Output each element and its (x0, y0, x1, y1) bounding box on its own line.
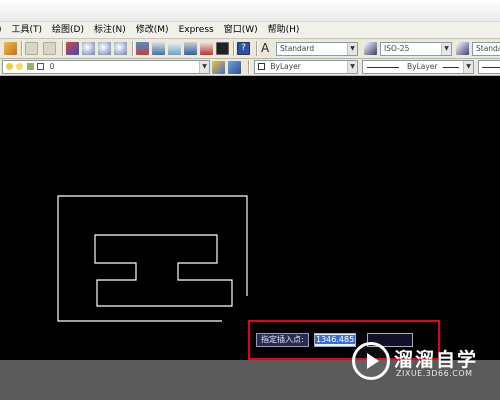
chevron-down-icon: ▼ (199, 61, 209, 73)
sun-icon (16, 63, 24, 70)
color-value: ByLayer (270, 62, 301, 71)
help-icon[interactable]: ? (237, 42, 250, 55)
menu-item-draw[interactable]: 绘图(D) (48, 22, 90, 38)
dimension-style-select[interactable]: ISO-25 ▼ (380, 42, 452, 56)
lock-icon (26, 63, 34, 70)
color-swatch (258, 63, 265, 70)
design-center-icon[interactable] (152, 42, 165, 55)
drawing-area[interactable] (0, 76, 500, 360)
menu-item-help[interactable]: 帮助(H) (264, 22, 306, 38)
undo-icon[interactable] (25, 42, 38, 55)
layer-color-swatch (37, 63, 45, 70)
outer-frame-polyline (57, 195, 248, 322)
menu-bar: ) 工具(T) 绘图(D) 标注(N) 修改(M) Express 窗口(W) … (0, 22, 500, 39)
lightbulb-icon (6, 63, 13, 70)
text-style-select[interactable]: Standard ▼ (276, 42, 358, 56)
zoom-previous-icon[interactable] (114, 42, 127, 55)
toolbar-separator (132, 41, 133, 56)
menu-item-window[interactable]: 窗口(W) (220, 22, 264, 38)
menu-item-modify[interactable]: 修改(M) (132, 22, 175, 38)
window-title-bar (0, 0, 500, 22)
play-icon (367, 353, 379, 369)
watermark-title: 溜溜自学 (394, 349, 479, 371)
properties-icon[interactable] (136, 42, 149, 55)
chevron-down-icon: ▼ (347, 43, 357, 55)
toolbar-separator (21, 41, 22, 56)
linetype-value: ByLayer (407, 62, 438, 71)
table-style-value: Standar (476, 44, 500, 53)
menu-item-tools[interactable]: 工具(T) (8, 22, 49, 38)
layer-previous-icon[interactable] (228, 61, 241, 74)
toolbar-separator (233, 41, 234, 56)
sheet-set-icon[interactable] (184, 42, 197, 55)
layer-name: 0 (49, 62, 55, 71)
linetype-select[interactable]: ByLayer ▼ (362, 60, 474, 74)
chevron-down-icon: ▼ (441, 43, 451, 55)
toolbar-separator (256, 41, 257, 56)
text-style-icon[interactable]: A (261, 42, 274, 55)
dimension-style-value: ISO-25 (384, 44, 410, 53)
drawing-svg (57, 195, 248, 322)
menu-item-clipped[interactable]: ) (0, 22, 8, 38)
layers-toolbar: 0 ▼ ByLayer ▼ ByLayer ▼ (0, 59, 500, 76)
markup-icon[interactable] (200, 42, 213, 55)
text-style-value: Standard (280, 44, 315, 53)
tool-palettes-icon[interactable] (168, 42, 181, 55)
watermark-logo (352, 342, 390, 380)
standard-toolbar: ? A Standard ▼ ISO-25 ▼ Standar (0, 39, 500, 59)
dynamic-input-x-value: 1346.485 (315, 335, 355, 344)
match-properties-icon[interactable] (4, 42, 17, 55)
zoom-realtime-icon[interactable] (82, 42, 95, 55)
lineweight-select[interactable] (478, 60, 500, 74)
layer-select[interactable]: 0 ▼ (2, 60, 210, 74)
toolbar-separator (62, 41, 63, 56)
table-style-select[interactable]: Standar (472, 42, 500, 56)
menu-item-dimension[interactable]: 标注(N) (90, 22, 132, 38)
lineweight-preview-line (482, 67, 500, 68)
chevron-down-icon: ▼ (347, 61, 357, 73)
calculator-icon[interactable] (216, 42, 229, 55)
chevron-down-icon: ▼ (463, 61, 473, 73)
make-object-layer-current-icon[interactable] (212, 61, 225, 74)
dimension-style-icon[interactable] (364, 42, 377, 55)
linetype-preview-line (367, 67, 399, 68)
menu-item-express[interactable]: Express (175, 22, 220, 38)
dynamic-input-prompt: 指定插入点: (256, 333, 309, 347)
zoom-window-icon[interactable] (98, 42, 111, 55)
watermark-url: ZIXUE.3D66.COM (396, 369, 473, 378)
table-style-icon[interactable] (456, 42, 469, 55)
block-outline-polygon (94, 234, 233, 307)
toolbar-separator (248, 60, 249, 74)
linetype-preview-line-end (443, 67, 459, 68)
redo-icon[interactable] (43, 42, 56, 55)
color-select[interactable]: ByLayer ▼ (254, 60, 358, 74)
dynamic-input-x-field[interactable]: 1346.485 (314, 333, 356, 347)
pan-icon[interactable] (66, 42, 79, 55)
